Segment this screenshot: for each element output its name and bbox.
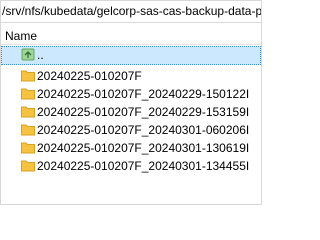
folder-icon <box>21 160 35 172</box>
folder-label: 20240225-010207F_20240301-130619I <box>37 141 250 155</box>
parent-directory-label: .. <box>37 48 44 62</box>
folder-label: 20240225-010207F_20240301-060206I <box>37 123 250 137</box>
file-list: .. 20240225-010207F 20240225-010207F_202… <box>1 46 261 175</box>
folder-row[interactable]: 20240225-010207F_20240301-134455I <box>1 157 261 175</box>
folder-icon <box>21 124 35 136</box>
folder-icon <box>21 70 35 82</box>
folder-row[interactable]: 20240225-010207F_20240229-153159I <box>1 103 261 121</box>
name-column-label: Name <box>5 29 38 43</box>
folder-row[interactable]: 20240225-010207F_20240301-060206I <box>1 121 261 139</box>
folder-icon <box>21 106 35 118</box>
folder-label: 20240225-010207F_20240301-134455I <box>37 159 250 173</box>
name-column-header[interactable]: Name <box>1 23 261 45</box>
file-browser-panel: /srv/nfs/kubedata/gelcorp-sas-cas-backup… <box>0 0 262 205</box>
current-path[interactable]: /srv/nfs/kubedata/gelcorp-sas-cas-backup… <box>1 1 261 23</box>
folder-label: 20240225-010207F_20240229-150122I <box>37 87 250 101</box>
folder-label: 20240225-010207F <box>37 69 142 83</box>
folder-icon <box>21 142 35 154</box>
parent-directory-row[interactable]: .. <box>1 46 261 65</box>
folder-icon <box>21 88 35 100</box>
parent-directory-icon <box>21 48 35 61</box>
folder-row[interactable]: 20240225-010207F_20240301-130619I <box>1 139 261 157</box>
folder-row[interactable]: 20240225-010207F <box>1 67 261 85</box>
folder-label: 20240225-010207F_20240229-153159I <box>37 105 250 119</box>
folder-row[interactable]: 20240225-010207F_20240229-150122I <box>1 85 261 103</box>
